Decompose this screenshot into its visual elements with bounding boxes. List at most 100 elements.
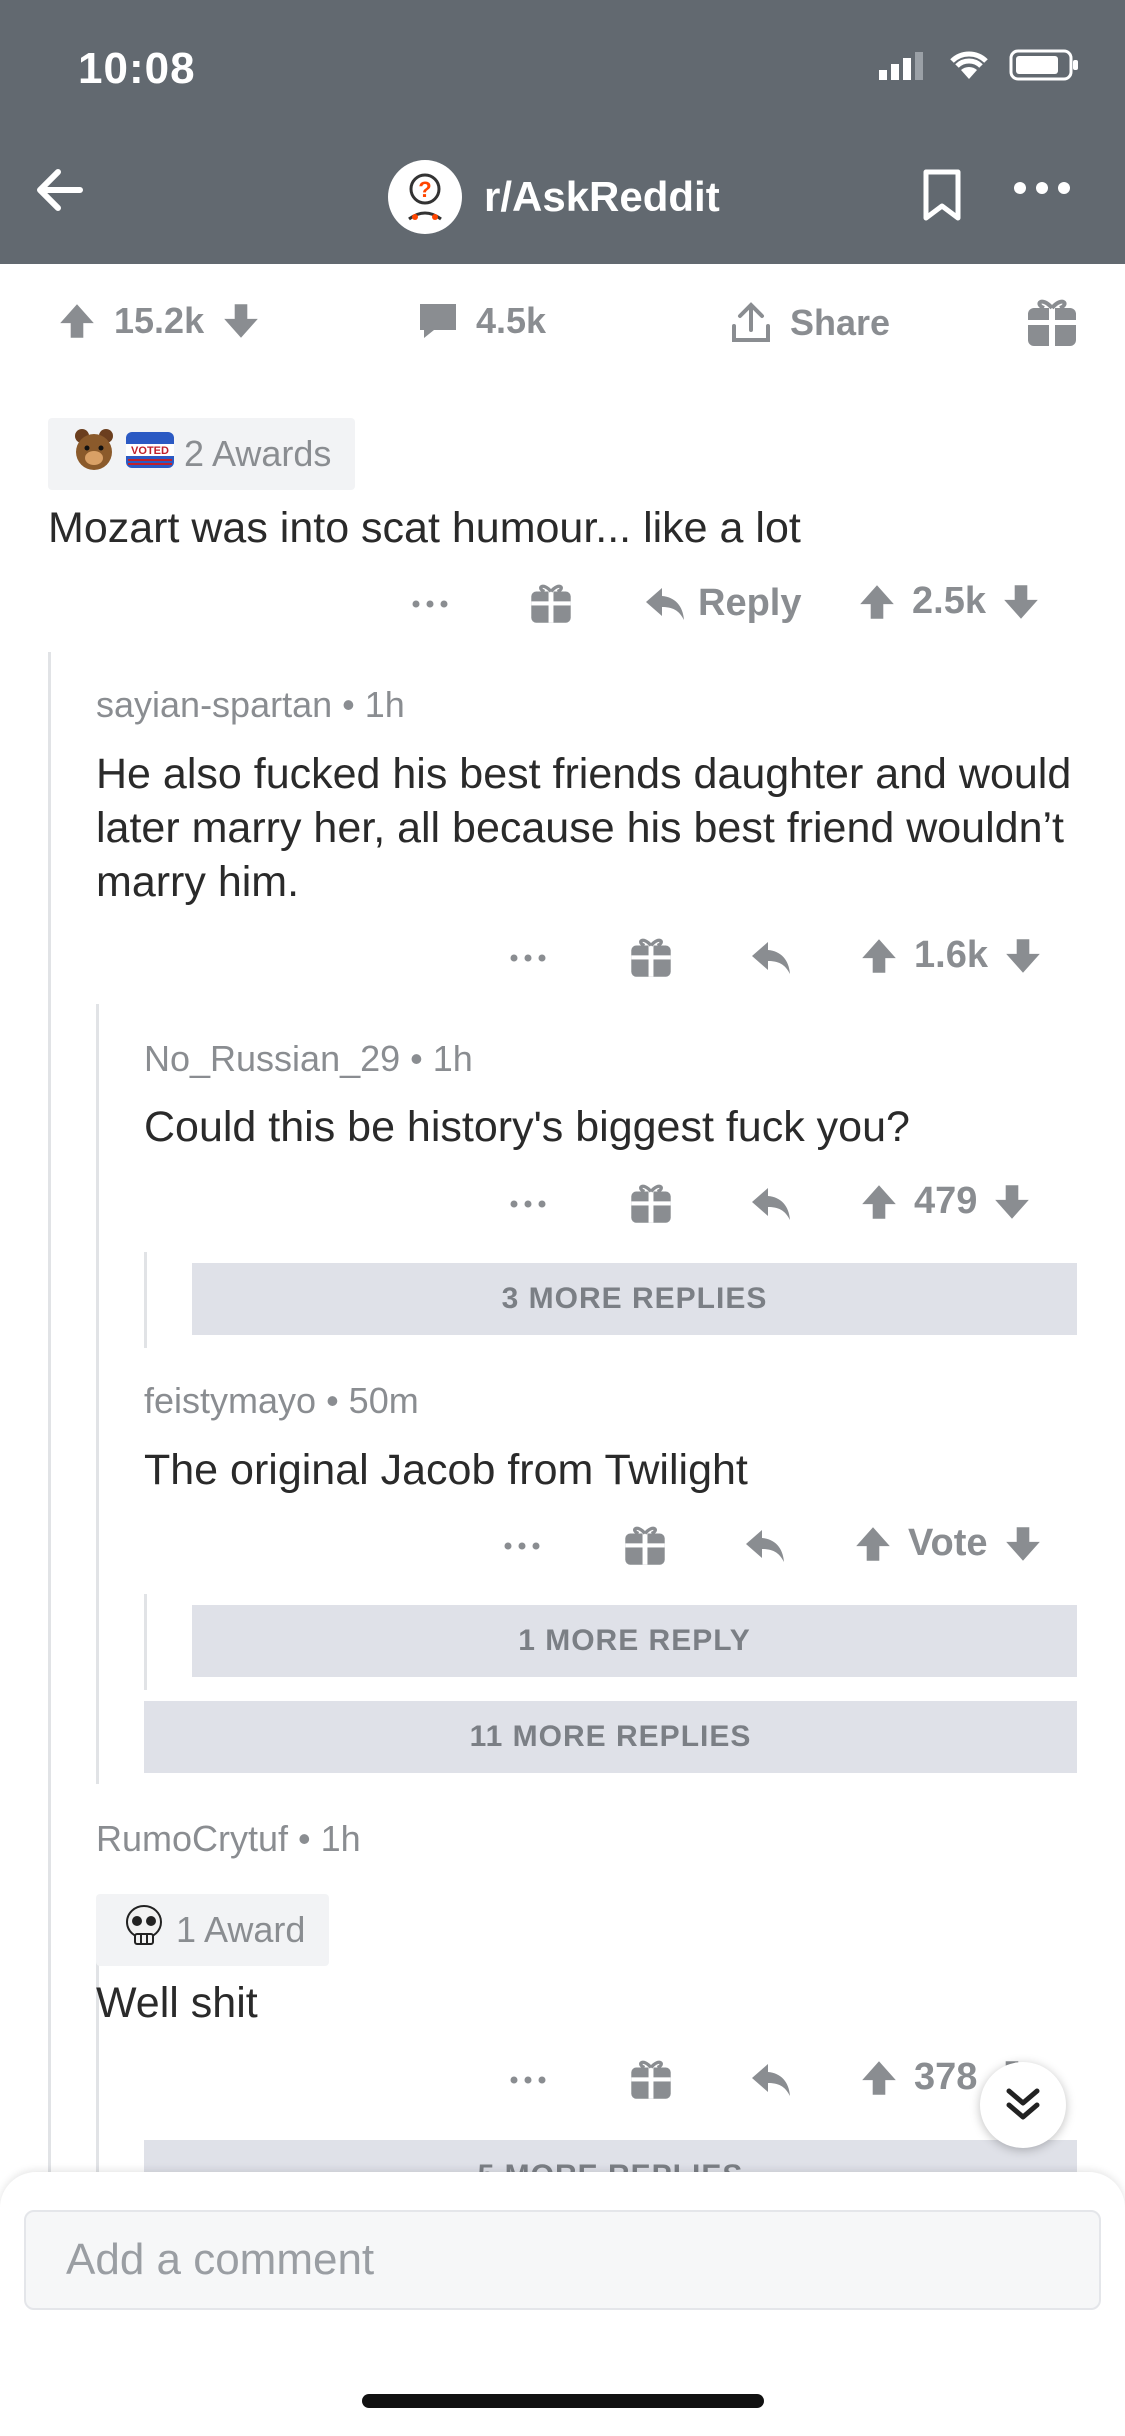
comment-meta: RumoCrytuf • 1h xyxy=(96,1818,361,1859)
awards-label: 1 Award xyxy=(176,1909,306,1950)
arrow-up-icon[interactable] xyxy=(858,1181,900,1223)
thread-line[interactable] xyxy=(96,1004,99,1784)
arrow-down-icon[interactable] xyxy=(991,1181,1033,1223)
gift-icon xyxy=(1028,299,1076,346)
more-options-button[interactable] xyxy=(508,928,552,998)
wifi-icon xyxy=(947,49,991,86)
reply-arrow-icon xyxy=(746,1530,784,1562)
arrow-down-icon[interactable] xyxy=(220,300,262,342)
subreddit-avatar: ? xyxy=(388,160,462,234)
vote-count: 2.5k xyxy=(912,580,986,622)
share-icon xyxy=(732,302,770,342)
signal-icon xyxy=(879,50,929,85)
thread-line[interactable] xyxy=(144,1252,147,1348)
gift-button[interactable] xyxy=(622,1522,668,1578)
status-icons xyxy=(879,48,1081,87)
subreddit-header[interactable]: ? r/AskReddit xyxy=(388,160,720,234)
awards-badge[interactable]: VOTED 2 Awards xyxy=(48,418,356,490)
askreddit-icon: ? xyxy=(408,173,442,221)
gift-icon xyxy=(631,938,671,977)
gift-icon xyxy=(631,1184,671,1223)
reply-button[interactable] xyxy=(748,934,794,990)
post-gift-button[interactable] xyxy=(1024,294,1080,350)
arrow-up-icon[interactable] xyxy=(852,1523,894,1565)
bookmark-icon xyxy=(923,169,961,221)
more-options-button[interactable] xyxy=(502,1516,546,1586)
reply-arrow-icon xyxy=(752,2064,790,2096)
post-upvote-count: 15.2k xyxy=(114,300,205,341)
awards-badge[interactable]: 1 Award xyxy=(96,1894,330,1966)
gift-button[interactable] xyxy=(628,2056,674,2112)
more-options-button[interactable] xyxy=(410,574,454,644)
more-horizontal-icon xyxy=(504,1542,540,1550)
reply-label: Reply xyxy=(698,581,802,624)
comment-author[interactable]: RumoCrytuf xyxy=(96,1818,288,1859)
arrow-up-icon[interactable] xyxy=(858,935,900,977)
gift-button[interactable] xyxy=(528,580,574,636)
skull-award-icon xyxy=(120,1902,168,1959)
bookmark-button[interactable] xyxy=(918,168,966,229)
gift-icon xyxy=(631,2060,671,2099)
reply-button[interactable] xyxy=(742,1522,788,1578)
voted-award-icon: VOTED xyxy=(124,426,176,483)
post-comments-button[interactable]: 4.5k xyxy=(416,300,546,342)
svg-text:?: ? xyxy=(418,177,431,202)
battery-icon xyxy=(1009,48,1081,87)
awards-label: 2 Awards xyxy=(184,433,332,474)
arrow-up-icon[interactable] xyxy=(56,300,98,342)
more-replies-button[interactable]: 11 MORE REPLIES xyxy=(144,1701,1077,1773)
reply-arrow-icon xyxy=(646,588,684,620)
subreddit-title: r/AskReddit xyxy=(484,173,720,220)
comment-author[interactable]: feistymayo xyxy=(144,1380,316,1421)
back-button[interactable] xyxy=(30,160,90,220)
vote-group: 1.6k xyxy=(858,934,1044,977)
comment-body: He also fucked his best friends daughter… xyxy=(96,750,1072,906)
comment-body: Could this be history's biggest fuck you… xyxy=(144,1103,910,1151)
vote-group: Vote xyxy=(852,1522,1044,1565)
comment-time: 1h xyxy=(432,1038,473,1079)
more-replies-button[interactable]: 3 MORE REPLIES xyxy=(192,1263,1077,1335)
comment-body: Mozart was into scat humour... like a lo… xyxy=(48,504,801,552)
more-horizontal-icon xyxy=(1014,182,1070,194)
status-time: 10:08 xyxy=(78,44,196,93)
arrow-down-icon[interactable] xyxy=(1002,1523,1044,1565)
home-indicator[interactable] xyxy=(362,2394,764,2408)
arrow-down-icon[interactable] xyxy=(1000,581,1042,623)
comment-time: 1h xyxy=(320,1818,361,1859)
gift-button[interactable] xyxy=(628,934,674,990)
scroll-next-button[interactable] xyxy=(980,2062,1066,2148)
post-share-button[interactable]: Share xyxy=(728,300,890,346)
comment-time: 50m xyxy=(348,1380,419,1421)
reply-arrow-icon xyxy=(752,942,790,974)
more-horizontal-icon xyxy=(510,1200,546,1208)
chevron-double-down-icon xyxy=(1006,2088,1040,2120)
svg-text:VOTED: VOTED xyxy=(131,445,169,457)
more-options-button[interactable] xyxy=(508,1174,552,1244)
post-vote-group: 15.2k xyxy=(56,300,262,342)
reply-button[interactable] xyxy=(748,2056,794,2112)
more-horizontal-icon xyxy=(510,954,546,962)
thread-line[interactable] xyxy=(144,1594,147,1690)
gift-icon xyxy=(531,584,571,623)
vote-count: 479 xyxy=(914,1180,978,1222)
comment-author[interactable]: sayian-spartan xyxy=(96,684,332,725)
comment-meta: No_Russian_29 • 1h xyxy=(144,1038,473,1079)
gift-icon xyxy=(625,1526,665,1565)
reply-arrow-icon xyxy=(752,1188,790,1220)
arrow-up-icon[interactable] xyxy=(858,2057,900,2099)
comment-bubble-icon xyxy=(420,304,456,338)
more-options-button[interactable] xyxy=(508,2050,552,2120)
bear-award-icon xyxy=(72,426,116,483)
thread-line[interactable] xyxy=(48,652,51,2172)
comment-input[interactable]: Add a comment xyxy=(24,2210,1101,2310)
more-horizontal-icon xyxy=(510,2076,546,2084)
reply-button[interactable]: Reply xyxy=(642,580,801,626)
post-comment-count: 4.5k xyxy=(476,300,547,341)
arrow-down-icon[interactable] xyxy=(1002,935,1044,977)
more-options-button[interactable] xyxy=(1012,178,1072,203)
gift-button[interactable] xyxy=(628,1180,674,1236)
more-replies-button[interactable]: 1 MORE REPLY xyxy=(192,1605,1077,1677)
comment-author[interactable]: No_Russian_29 xyxy=(144,1038,400,1079)
reply-button[interactable] xyxy=(748,1180,794,1236)
arrow-up-icon[interactable] xyxy=(856,581,898,623)
